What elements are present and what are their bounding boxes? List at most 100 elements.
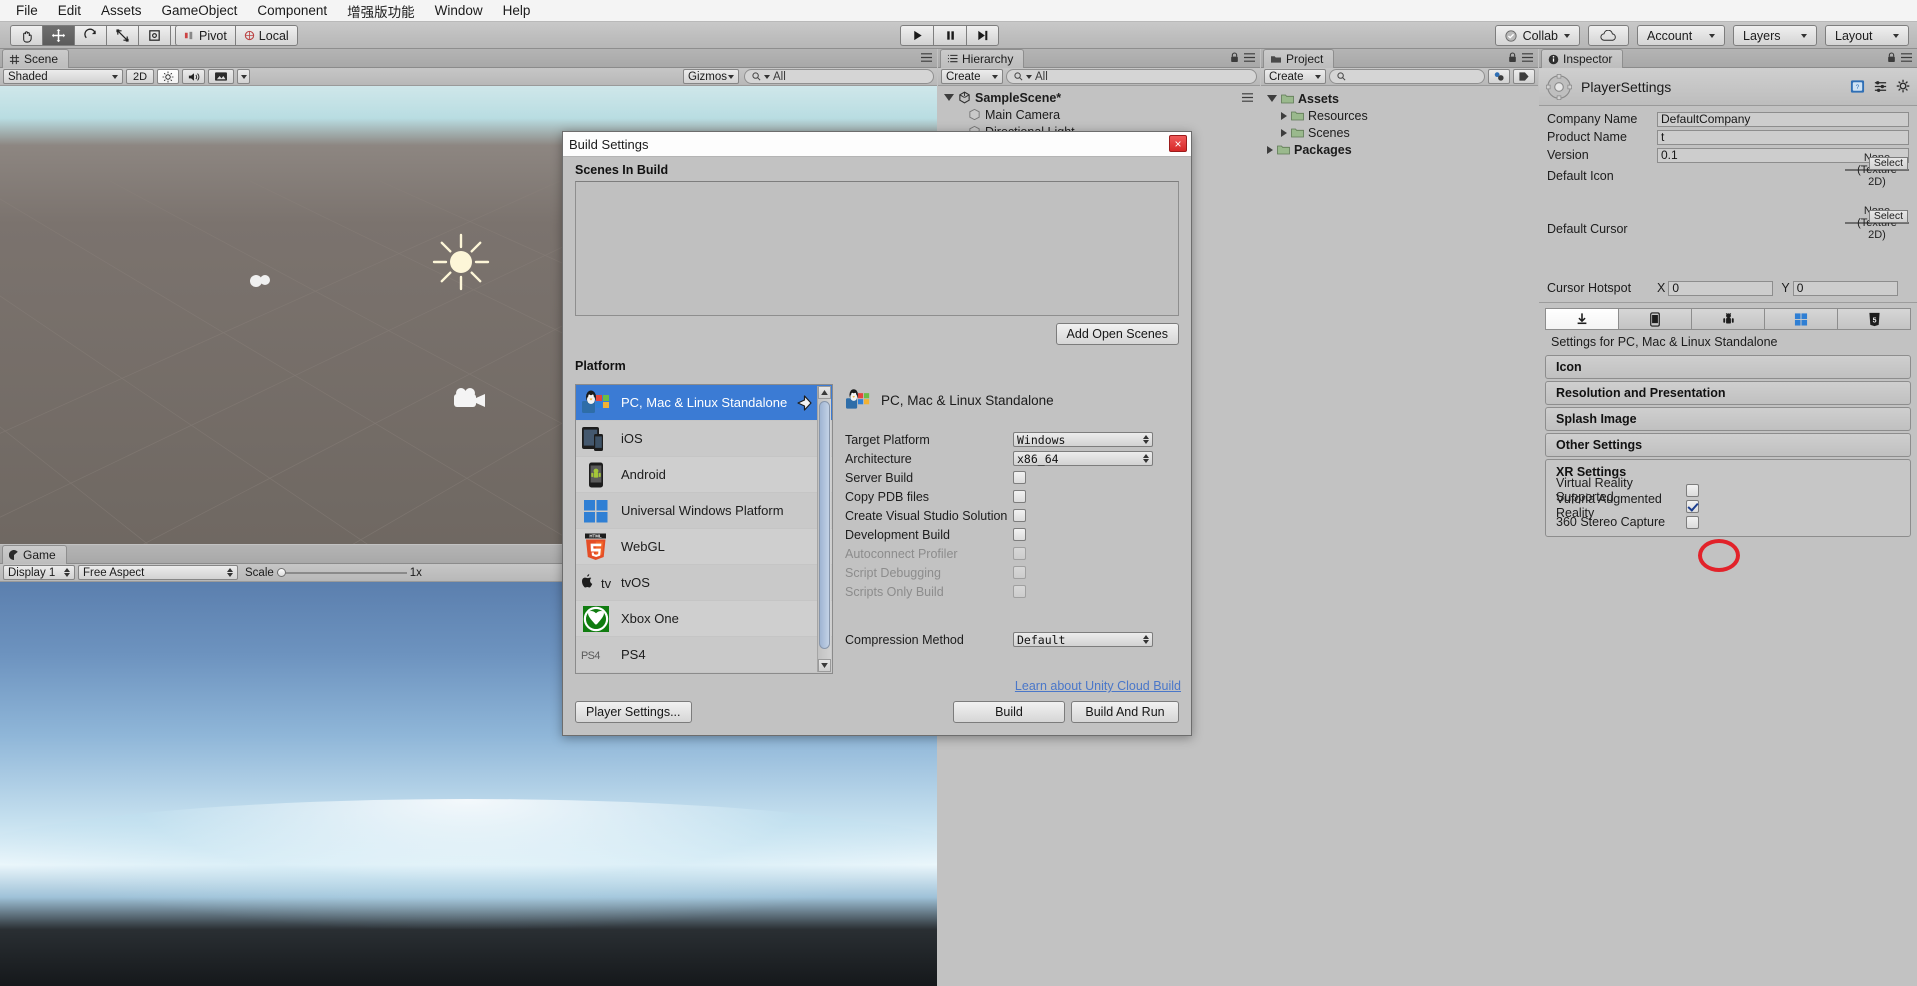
platform-tab-ios[interactable] [1618,308,1691,330]
create-visual-studio-solution-checkbox[interactable] [1013,509,1026,522]
move-tool-button[interactable] [42,25,74,46]
project-item-assets[interactable]: Assets [1261,90,1538,107]
account-button[interactable]: Account [1637,25,1725,46]
chevron-down-icon[interactable] [1267,95,1277,102]
server-build-checkbox[interactable] [1013,471,1026,484]
hierarchy-search-input[interactable]: All [1006,69,1257,84]
platform-item-tvos[interactable]: tv tvOS [576,565,832,601]
cloud-button[interactable] [1588,25,1629,46]
compression-method-dropdown[interactable]: Default [1013,632,1153,647]
copy-pdb-files-checkbox[interactable] [1013,490,1026,503]
platform-item-webgl[interactable]: HTML WebGL [576,529,832,565]
development-build-checkbox[interactable] [1013,528,1026,541]
scroll-up-icon[interactable] [818,386,831,399]
platform-item-xbox-one[interactable]: Xbox One [576,601,832,637]
scrollbar-thumb[interactable] [819,401,830,649]
tab-game[interactable]: Game [2,545,67,564]
scale-tool-button[interactable] [106,25,138,46]
cursor-hotspot-x-field[interactable]: 0 [1668,280,1774,296]
space-toggle-button[interactable]: Local [234,25,298,46]
tab-inspector[interactable]: Inspector [1541,49,1624,68]
step-button[interactable] [966,25,999,46]
tab-hierarchy[interactable]: Hierarchy [940,49,1025,68]
menu-help[interactable]: Help [493,1,541,20]
pivot-toggle-button[interactable]: Pivot [175,25,235,46]
company-name-field[interactable]: DefaultCompany [1657,111,1909,127]
scene-search-input[interactable]: All [744,69,934,84]
gear-icon[interactable] [1896,79,1911,94]
lock-icon[interactable] [1887,52,1896,63]
main-camera-gizmo[interactable] [450,386,492,414]
section-other-settings[interactable]: Other Settings [1545,433,1911,457]
menu-assets[interactable]: Assets [91,1,152,20]
toggle-2d-button[interactable]: 2D [126,69,154,84]
scenes-in-build-list[interactable] [575,181,1179,316]
project-create-button[interactable]: Create [1264,69,1326,84]
build-button[interactable]: Build [953,701,1065,723]
panel-menu-icon[interactable] [1243,52,1256,63]
default-cursor-select-button[interactable]: Select [1868,210,1908,223]
platform-item-uwp[interactable]: Universal Windows Platform [576,493,832,529]
menu-gameobject[interactable]: GameObject [152,1,248,20]
scene-fx-toggle[interactable] [208,69,234,84]
platform-list-scrollbar[interactable] [817,386,831,672]
project-item-resources[interactable]: Resources [1261,107,1538,124]
project-item-packages[interactable]: Packages [1261,141,1538,158]
platform-item-partial[interactable] [576,673,832,674]
chevron-down-icon[interactable] [944,94,954,101]
rect-tool-button[interactable] [138,25,170,46]
lock-icon[interactable] [1230,52,1239,63]
chevron-right-icon[interactable] [1267,145,1273,154]
virtual-reality-supported-checkbox[interactable] [1686,483,1699,497]
book-icon[interactable]: ? [1850,79,1865,94]
hierarchy-item-main-camera[interactable]: Main Camera [938,106,1260,123]
panel-menu-icon[interactable] [920,52,933,63]
platform-item-android[interactable]: Android [576,457,832,493]
lock-icon[interactable] [1508,52,1517,63]
project-filter-label-button[interactable] [1513,69,1535,84]
section-splash-image[interactable]: Splash Image [1545,407,1911,431]
scroll-down-icon[interactable] [818,659,831,672]
platform-tab-windows[interactable] [1764,308,1837,330]
build-and-run-button[interactable]: Build And Run [1071,701,1179,723]
menu-enhanced-features[interactable]: 增强版功能 [337,0,425,23]
panel-menu-icon[interactable] [1900,52,1913,63]
rotate-tool-button[interactable] [74,25,106,46]
stereo-capture-360-checkbox[interactable] [1686,515,1699,529]
menu-edit[interactable]: Edit [48,1,91,20]
scene-audio-toggle[interactable] [182,69,205,84]
project-item-scenes[interactable]: Scenes [1261,124,1538,141]
tab-project[interactable]: Project [1263,49,1335,68]
section-resolution-presentation[interactable]: Resolution and Presentation [1545,381,1911,405]
hand-tool-button[interactable] [10,25,42,46]
target-platform-dropdown[interactable]: Windows [1013,432,1153,447]
tab-scene[interactable]: Scene [2,49,70,68]
chevron-right-icon[interactable] [1281,111,1287,120]
platform-item-ios[interactable]: iOS [576,421,832,457]
close-icon[interactable]: × [1169,135,1187,152]
cursor-hotspot-y-field[interactable]: 0 [1792,280,1898,296]
menu-component[interactable]: Component [247,1,337,20]
platform-tab-webgl[interactable]: 5 [1837,308,1911,330]
build-settings-titlebar[interactable]: Build Settings × [563,132,1191,157]
aspect-dropdown[interactable]: Free Aspect [78,565,238,580]
gizmos-dropdown[interactable]: Gizmos [683,69,739,84]
shading-mode-dropdown[interactable]: Shaded [3,69,123,84]
unity-cloud-build-link[interactable]: Learn about Unity Cloud Build [1015,679,1181,693]
product-name-field[interactable]: t [1657,129,1909,145]
player-settings-button[interactable]: Player Settings... [575,701,692,723]
platform-tab-standalone[interactable] [1545,308,1618,330]
layers-button[interactable]: Layers [1733,25,1817,46]
chevron-right-icon[interactable] [1281,128,1287,137]
menu-file[interactable]: File [6,1,48,20]
scale-slider[interactable] [276,567,407,579]
platform-item-ps4[interactable]: PS4 PS4 [576,637,832,673]
preset-icon[interactable] [1873,79,1888,94]
project-search-input[interactable] [1329,69,1485,84]
platform-list[interactable]: PC, Mac & Linux Standalone iOS Android U… [575,384,833,674]
default-icon-select-button[interactable]: Select [1868,157,1908,170]
default-cursor-texture-slot[interactable]: None (Texture 2D) Select [1845,205,1909,241]
panel-menu-icon[interactable] [1521,52,1534,63]
pause-button[interactable] [933,25,966,46]
platform-tab-android[interactable] [1691,308,1764,330]
